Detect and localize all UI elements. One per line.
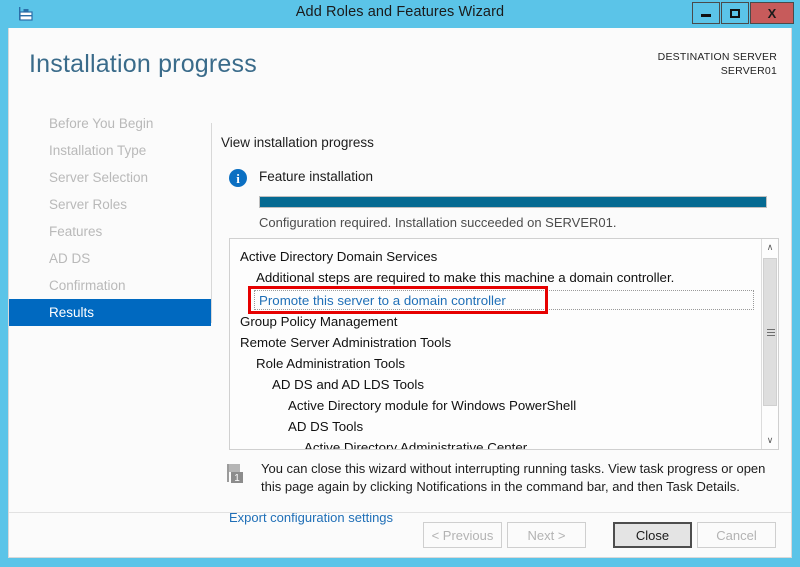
note-text: You can close this wizard without interr…	[261, 461, 766, 494]
footer-divider	[9, 512, 791, 513]
sidebar-item-label: AD DS	[49, 251, 91, 266]
list-item: Role Administration Tools	[256, 356, 406, 371]
sidebar-item-label: Installation Type	[49, 143, 147, 158]
notification-flag-icon: 1	[225, 462, 249, 486]
info-icon: i	[229, 169, 247, 187]
scrollbar-track[interactable]	[762, 256, 778, 432]
sidebar-item-features[interactable]: Features	[9, 218, 211, 245]
list-item: Active Directory Domain Services	[240, 249, 438, 264]
sidebar-item-server-roles[interactable]: Server Roles	[9, 191, 211, 218]
nav-divider	[211, 123, 212, 323]
installation-progress-bar	[259, 196, 767, 208]
sidebar-item-confirmation[interactable]: Confirmation	[9, 272, 211, 299]
promote-link-wrapper: Promote this server to a domain controll…	[248, 286, 754, 314]
sidebar-item-installation-type[interactable]: Installation Type	[9, 137, 211, 164]
minimize-button[interactable]	[692, 2, 720, 24]
previous-button[interactable]: < Previous	[423, 522, 502, 548]
sidebar-item-label: Results	[49, 305, 95, 320]
sidebar-item-before-you-begin[interactable]: Before You Begin	[9, 110, 211, 137]
minimize-icon	[701, 14, 711, 17]
scroll-down-icon[interactable]: ∨	[762, 432, 778, 449]
close-window-button[interactable]: X	[750, 2, 794, 24]
list-item: AD DS Tools	[288, 419, 364, 434]
window-title: Add Roles and Features Wizard	[295, 4, 505, 20]
destination-server-info: DESTINATION SERVER SERVER01	[658, 50, 777, 78]
maximize-icon	[730, 8, 740, 18]
sidebar-item-label: Confirmation	[49, 278, 126, 293]
results-scrollbar[interactable]: ∧ ∨	[761, 239, 778, 449]
sidebar-item-label: Server Selection	[49, 170, 149, 185]
wizard-steps-nav: Before You Begin Installation Type Server …	[9, 110, 211, 510]
promote-server-to-domain-controller-link[interactable]: Promote this server to a domain controll…	[254, 290, 754, 310]
scroll-up-icon[interactable]: ∧	[762, 239, 778, 256]
results-list: Active Directory Domain Services Addition…	[230, 239, 760, 450]
sidebar-item-results[interactable]: Results	[9, 299, 211, 326]
wizard-window: Add Roles and Features Wizard X Installa…	[0, 0, 800, 567]
scrollbar-thumb[interactable]	[763, 258, 777, 406]
list-item: AD DS and AD LDS Tools	[272, 377, 425, 392]
close-button-label: Close	[635, 527, 670, 543]
cancel-button-label: Cancel	[716, 527, 757, 543]
scrollbar-grip-icon	[767, 329, 775, 336]
list-item: Group Policy Management	[240, 314, 398, 329]
client-area: Installation progress DESTINATION SERVER…	[8, 28, 792, 558]
list-item: Active Directory module for Windows Powe…	[288, 398, 577, 413]
sidebar-item-label: Server Roles	[49, 197, 128, 212]
sidebar-item-ad-ds[interactable]: AD DS	[9, 245, 211, 272]
feature-installation-label: Feature installation	[259, 169, 374, 184]
svg-text:1: 1	[234, 473, 240, 484]
list-item: Additional steps are required to make th…	[256, 270, 675, 285]
list-item: Active Directory Administrative Center	[304, 440, 528, 450]
progress-status-text: Configuration required. Installation suc…	[259, 215, 617, 230]
list-item: Remote Server Administration Tools	[240, 335, 452, 350]
next-button[interactable]: Next >	[507, 522, 586, 548]
previous-button-label: < Previous	[431, 527, 494, 543]
close-button[interactable]: Close	[613, 522, 692, 548]
maximize-button[interactable]	[721, 2, 749, 24]
sidebar-item-label: Before You Begin	[49, 116, 154, 131]
view-installation-progress-label: View installation progress	[221, 135, 374, 150]
page-title: Installation progress	[29, 50, 257, 78]
progress-bar-fill	[260, 197, 766, 207]
title-bar: Add Roles and Features Wizard X	[0, 0, 800, 28]
next-button-label: Next >	[527, 527, 566, 543]
results-listbox[interactable]: Active Directory Domain Services Addition…	[229, 238, 779, 450]
destination-server-name: SERVER01	[720, 65, 777, 77]
destination-server-label: DESTINATION SERVER	[657, 51, 777, 63]
cancel-button[interactable]: Cancel	[697, 522, 776, 548]
sidebar-item-label: Features	[49, 224, 103, 239]
sidebar-item-server-selection[interactable]: Server Selection	[9, 164, 211, 191]
